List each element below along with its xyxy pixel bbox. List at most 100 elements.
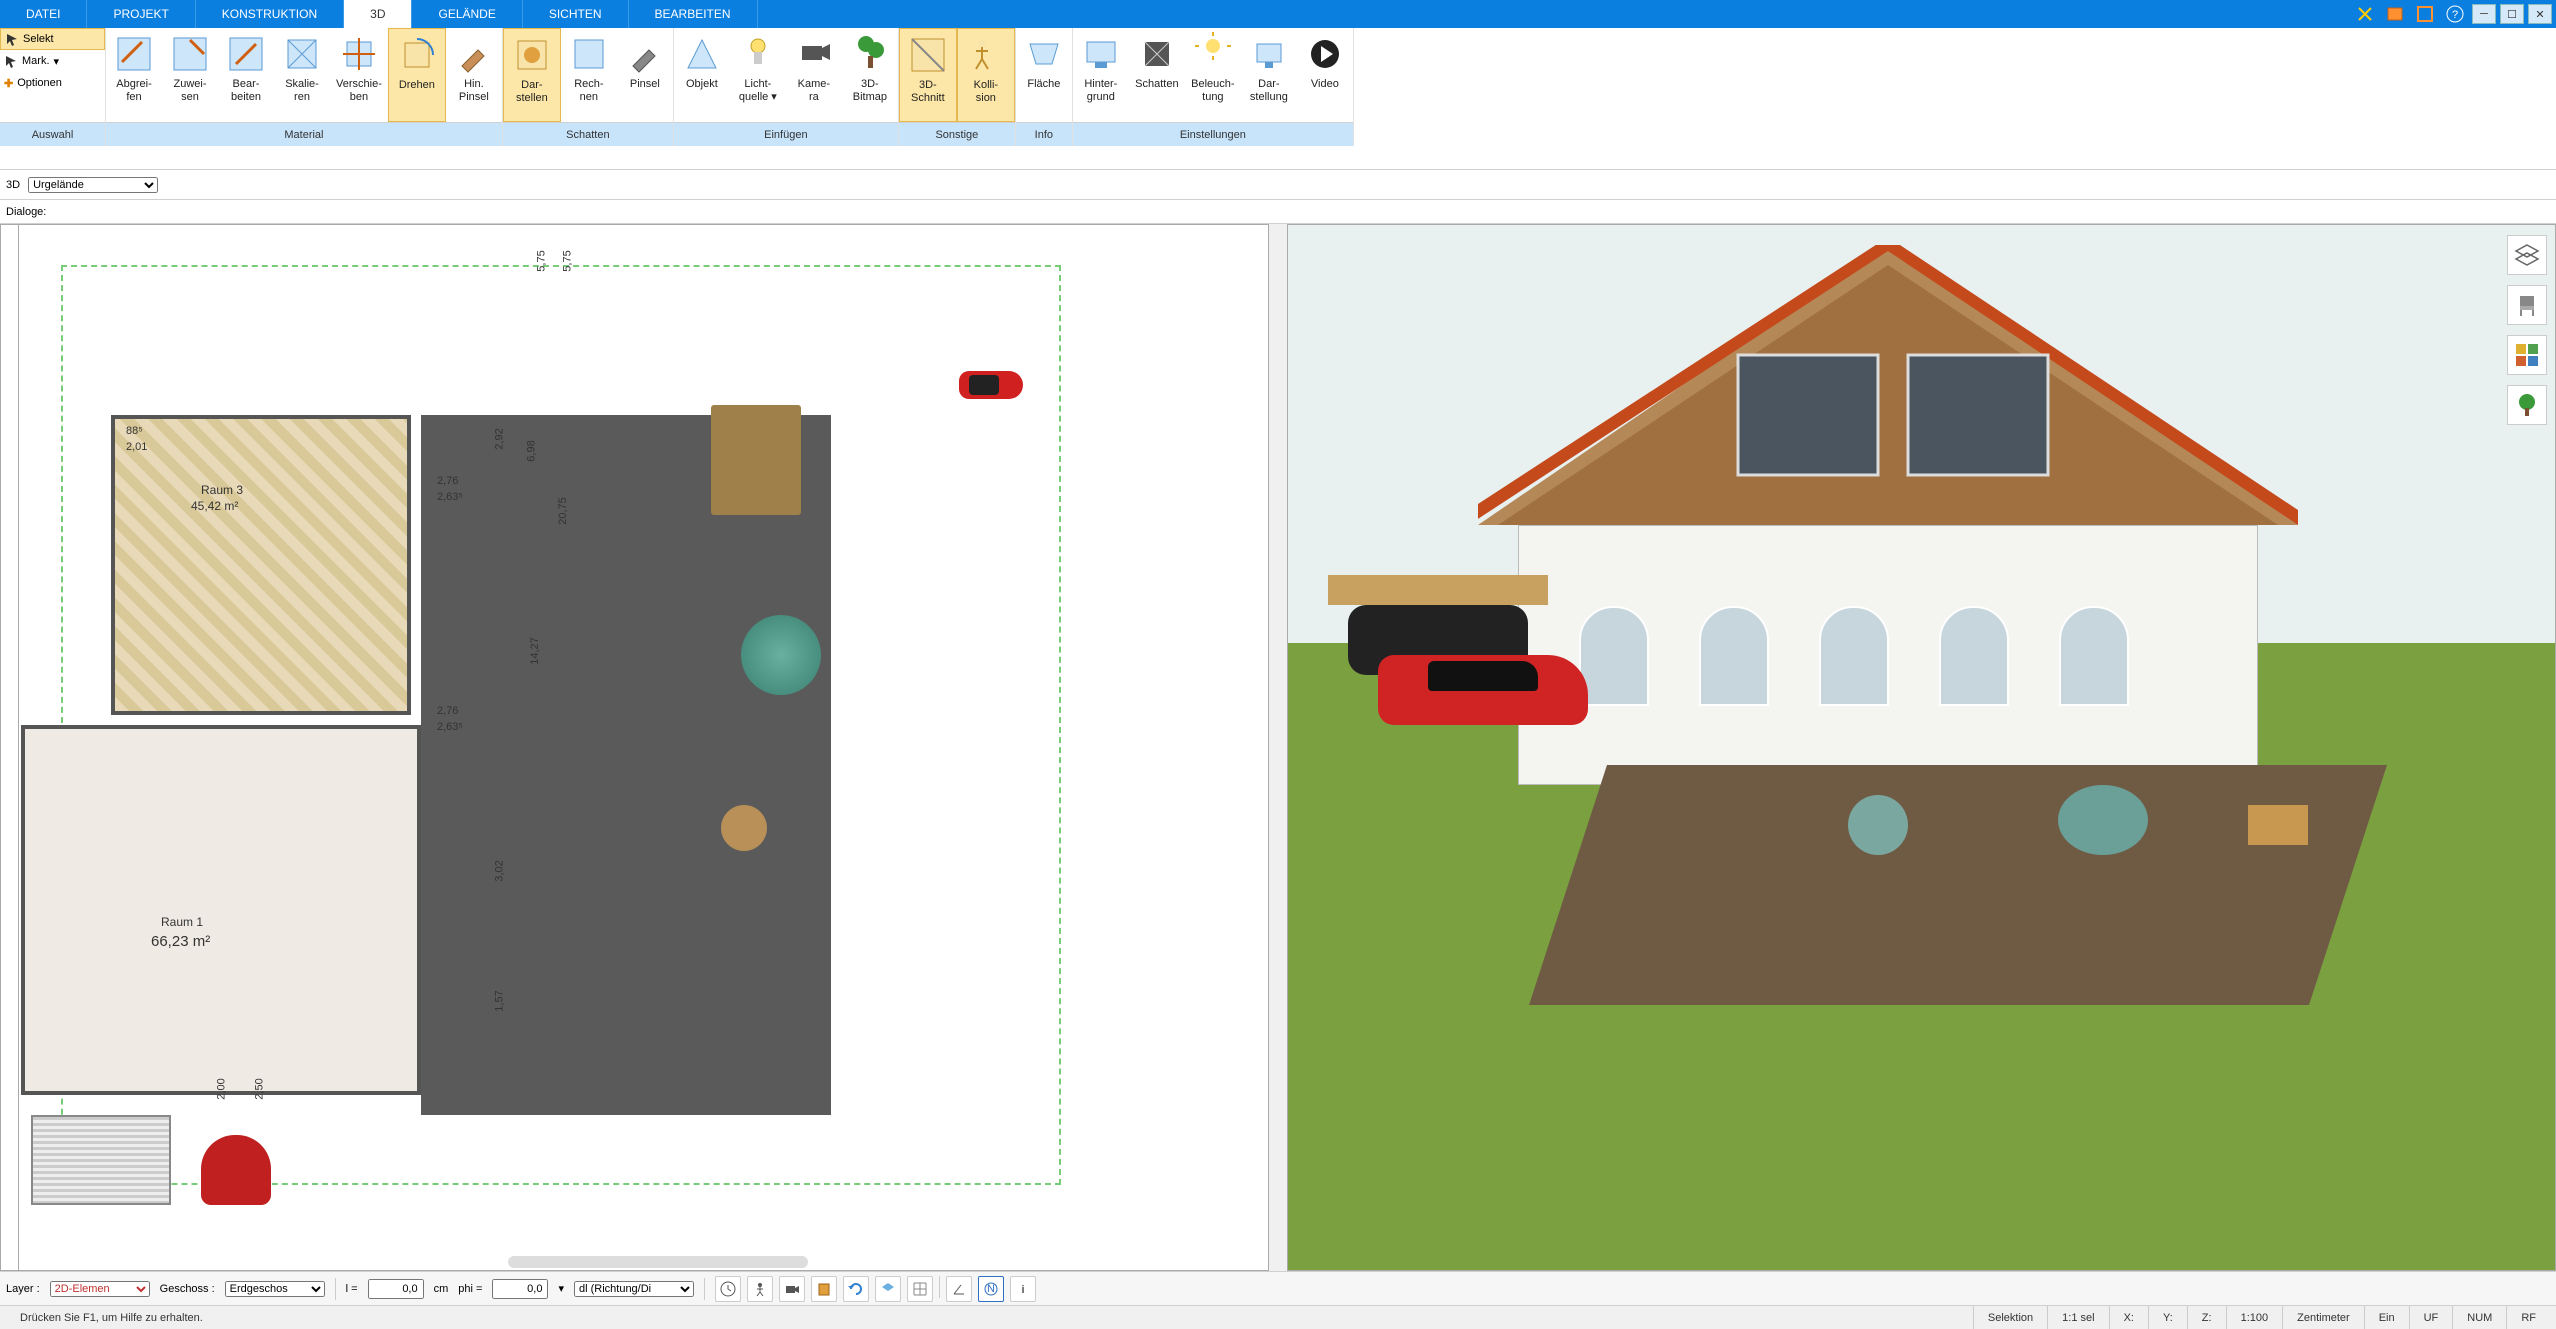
info-icon[interactable]: i xyxy=(1010,1276,1036,1302)
ribbon-btn-licht[interactable]: Licht- quelle ▾ xyxy=(730,28,786,122)
optionen-toggle[interactable]: ✚ Optionen xyxy=(0,72,105,94)
room-3 xyxy=(111,415,411,715)
angle-icon[interactable] xyxy=(946,1276,972,1302)
materials-icon[interactable] xyxy=(2507,335,2547,375)
phi-input[interactable] xyxy=(492,1279,548,1299)
umbrella-2-3d xyxy=(2058,785,2148,855)
ribbon-btn-pinsel[interactable]: Pinsel xyxy=(617,28,673,122)
ribbon-label: 3D- Schnitt xyxy=(911,79,945,105)
ribbon-btn-drehen[interactable]: Drehen xyxy=(388,28,446,122)
ribbon-icon xyxy=(280,32,324,76)
layers-small-icon[interactable] xyxy=(875,1276,901,1302)
l-input[interactable] xyxy=(368,1279,424,1299)
ribbon-btn-hin[interactable]: Hin. Pinsel xyxy=(446,28,502,122)
car-bottom-2d xyxy=(201,1135,271,1205)
refresh-icon[interactable] xyxy=(843,1276,869,1302)
menu-bearbeiten[interactable]: BEARBEITEN xyxy=(629,0,758,28)
viewport-2d[interactable]: Raum 3 45,42 m² Raum 1 66,23 m² 88⁵ 2,01… xyxy=(0,224,1269,1271)
camera-icon[interactable] xyxy=(779,1276,805,1302)
ribbon-btn-objekt[interactable]: Objekt xyxy=(674,28,730,122)
mark-toggle[interactable]: Mark. ▾ xyxy=(0,50,105,72)
menu-datei[interactable]: DATEI xyxy=(0,0,87,28)
close-button[interactable]: ✕ xyxy=(2528,4,2552,24)
menu-3d[interactable]: 3D xyxy=(344,0,412,28)
selekt-toggle[interactable]: Selekt xyxy=(0,28,105,50)
menu-projekt[interactable]: PROJEKT xyxy=(87,0,195,28)
ribbon-icon xyxy=(337,32,381,76)
group-info: Info xyxy=(1016,122,1072,146)
status-sel: 1:1 sel xyxy=(2047,1306,2108,1329)
ribbon-label: Objekt xyxy=(686,78,718,91)
ribbon-btn-kolli[interactable]: Kolli- sion xyxy=(957,28,1015,122)
ribbon-icon xyxy=(848,32,892,76)
clock-icon[interactable] xyxy=(715,1276,741,1302)
ribbon-btn-video[interactable]: Video xyxy=(1297,28,1353,122)
ribbon-btn-dar[interactable]: Dar- stellen xyxy=(503,28,561,122)
minimize-button[interactable]: ─ xyxy=(2472,4,2496,24)
ribbon-btn-skalie[interactable]: Skalie- ren xyxy=(274,28,330,122)
dl-select[interactable]: dl (Richtung/Di xyxy=(574,1281,694,1297)
subbar-3d-label: 3D xyxy=(6,179,20,191)
menu-konstruktion[interactable]: KONSTRUKTION xyxy=(196,0,344,28)
selekt-label: Selekt xyxy=(23,33,54,45)
layer-select[interactable]: 2D-Elemen xyxy=(50,1281,150,1297)
ribbon-btn-zuwei[interactable]: Zuwei- sen xyxy=(162,28,218,122)
window-icon[interactable] xyxy=(2412,1,2438,27)
ribbon-btn-kame[interactable]: Kame- ra xyxy=(786,28,842,122)
ribbon-btn-abgrei[interactable]: Abgrei- fen xyxy=(106,28,162,122)
viewport-divider[interactable] xyxy=(1269,224,1287,1271)
svg-text:i: i xyxy=(1021,1284,1024,1296)
group-material: Material xyxy=(106,122,502,146)
dim-292: 2,92 xyxy=(494,428,506,449)
svg-text:?: ? xyxy=(2452,9,2458,21)
dropdown-icon[interactable]: ▾ xyxy=(558,1282,564,1295)
tools-icon[interactable] xyxy=(2352,1,2378,27)
grid-icon[interactable] xyxy=(907,1276,933,1302)
status-x: X: xyxy=(2109,1306,2148,1329)
ribbon-btn-d[interactable]: 3D- Schnitt xyxy=(899,28,957,122)
ribbon-btn-schatten[interactable]: Schatten xyxy=(1129,28,1185,122)
ribbon-btn-flche[interactable]: Fläche xyxy=(1016,28,1072,122)
ribbon-btn-d[interactable]: 3D- Bitmap xyxy=(842,28,898,122)
ribbon-icon xyxy=(168,32,212,76)
ribbon-icon xyxy=(395,33,439,77)
room1-name: Raum 1 xyxy=(161,915,203,929)
paste-icon[interactable] xyxy=(811,1276,837,1302)
geschoss-select[interactable]: Erdgeschos xyxy=(225,1281,325,1297)
plus-icon: ✚ xyxy=(4,77,13,90)
ribbon-btn-beleuch[interactable]: Beleuch- tung xyxy=(1185,28,1241,122)
viewport-3d[interactable] xyxy=(1287,224,2556,1271)
ribbon-label: Drehen xyxy=(399,79,435,92)
menu-sichten[interactable]: SICHTEN xyxy=(523,0,629,28)
layer-label: Layer : xyxy=(6,1283,40,1295)
book-icon[interactable] xyxy=(2382,1,2408,27)
ribbon-icon xyxy=(452,32,496,76)
ribbon-btn-hinter[interactable]: Hinter- grund xyxy=(1073,28,1129,122)
menu-gelaende[interactable]: GELÄNDE xyxy=(412,0,522,28)
ribbon: Selekt Mark. ▾ ✚ Optionen Auswahl Abgrei… xyxy=(0,28,2556,170)
walk-icon[interactable] xyxy=(747,1276,773,1302)
seating-group-2d xyxy=(681,765,801,885)
ribbon-label: Verschie- ben xyxy=(336,78,382,104)
scrollbar-horizontal[interactable] xyxy=(508,1256,808,1268)
terrain-select[interactable]: Urgelände xyxy=(28,177,158,193)
tree-icon[interactable] xyxy=(2507,385,2547,425)
ribbon-icon xyxy=(1247,32,1291,76)
chair-icon[interactable] xyxy=(2507,285,2547,325)
status-bar: Drücken Sie F1, um Hilfe zu erhalten. Se… xyxy=(0,1305,2556,1329)
north-icon[interactable]: N xyxy=(978,1276,1004,1302)
ribbon-btn-bear[interactable]: Bear- beiten xyxy=(218,28,274,122)
ribbon-icon xyxy=(1022,32,1066,76)
ribbon-btn-rech[interactable]: Rech- nen xyxy=(561,28,617,122)
status-uf: UF xyxy=(2409,1306,2453,1329)
maximize-button[interactable]: ☐ xyxy=(2500,4,2524,24)
ribbon-btn-dar[interactable]: Dar- stellung xyxy=(1241,28,1297,122)
dialoge-label: Dialoge: xyxy=(6,206,46,218)
ribbon-icon xyxy=(964,33,1008,77)
optionen-label: Optionen xyxy=(17,77,62,89)
help-icon[interactable]: ? xyxy=(2442,1,2468,27)
ribbon-label: Kame- ra xyxy=(798,78,830,104)
ribbon-btn-verschie[interactable]: Verschie- ben xyxy=(330,28,388,122)
dim-1427: 14,27 xyxy=(529,637,541,665)
layers-icon[interactable] xyxy=(2507,235,2547,275)
